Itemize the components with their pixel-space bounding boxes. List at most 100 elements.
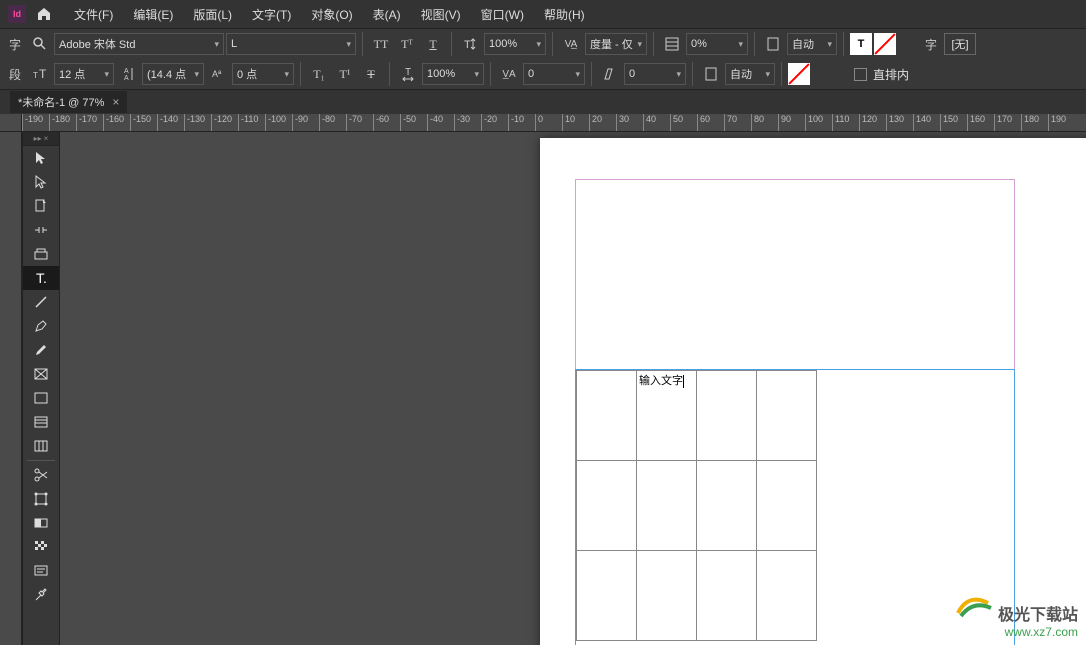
ruler-vertical[interactable] — [0, 132, 22, 645]
table-cell[interactable] — [637, 551, 697, 641]
table-cell-active[interactable]: 输入文字 — [637, 371, 697, 461]
type-tool[interactable]: T. — [23, 266, 59, 290]
scissors-tool[interactable] — [23, 463, 59, 487]
note-tool[interactable] — [23, 559, 59, 583]
menu-layout[interactable]: 版面(L) — [185, 2, 240, 27]
menu-view[interactable]: 视图(V) — [413, 2, 469, 27]
menu-table[interactable]: 表(A) — [365, 2, 409, 27]
menu-window[interactable]: 窗口(W) — [473, 2, 532, 27]
watermark-text: 极光下载站 — [998, 607, 1078, 624]
table-cell[interactable] — [577, 371, 637, 461]
horizontal-grid-tool[interactable] — [23, 410, 59, 434]
menu-object[interactable]: 对象(O) — [303, 2, 360, 27]
table-cell[interactable] — [637, 461, 697, 551]
text-frame[interactable]: 输入文字 — [575, 369, 1015, 645]
direct-selection-tool[interactable] — [23, 170, 59, 194]
smallcaps-icon[interactable]: Tᵀ — [395, 32, 419, 56]
table-cell[interactable] — [577, 461, 637, 551]
svg-text:T: T — [33, 71, 38, 80]
skew-input[interactable]: 0 — [624, 63, 686, 85]
gradient-feather-tool[interactable] — [23, 535, 59, 559]
table-row — [577, 461, 817, 551]
vertical-grid-tool[interactable] — [23, 434, 59, 458]
baseline-grid-icon[interactable] — [660, 32, 684, 56]
page[interactable]: 输入文字 — [540, 138, 1086, 645]
underline-icon[interactable]: T — [421, 32, 445, 56]
canvas[interactable]: 输入文字 — [60, 132, 1086, 645]
para-mode-label[interactable]: 段 — [4, 63, 26, 85]
app-icon: Id — [8, 5, 26, 23]
fill-none-icon[interactable] — [788, 63, 810, 85]
svg-text:T: T — [464, 39, 471, 51]
pen-tool[interactable] — [23, 314, 59, 338]
auto1-dropdown[interactable]: 自动 — [787, 33, 837, 55]
kerning-dropdown[interactable]: 度量 - 仅 — [585, 33, 647, 55]
table[interactable]: 输入文字 — [576, 370, 817, 641]
subscript-icon[interactable]: T¹ — [333, 62, 357, 86]
menu-help[interactable]: 帮助(H) — [536, 2, 593, 27]
ruler-horizontal[interactable]: -190-180-170-160-150-140-130-120-110-100… — [22, 114, 1086, 131]
font-family-dropdown[interactable]: Adobe 宋体 Std — [54, 33, 224, 55]
tab-close-icon[interactable]: × — [112, 95, 119, 109]
table-cell[interactable] — [697, 371, 757, 461]
table-cell[interactable] — [757, 461, 817, 551]
warichu-icon[interactable] — [699, 62, 723, 86]
table-cell[interactable] — [757, 371, 817, 461]
watermark-url: www.xz7.com — [1005, 625, 1078, 639]
fill-t-icon[interactable]: T — [850, 33, 872, 55]
vertical-label: 直排内 — [873, 66, 909, 83]
svg-text:A: A — [124, 75, 129, 82]
allcaps-icon[interactable]: TT — [369, 32, 393, 56]
home-icon[interactable] — [36, 6, 52, 22]
menu-file[interactable]: 文件(F) — [66, 2, 121, 27]
superscript-icon[interactable]: T₁ — [307, 62, 331, 86]
svg-text:T: T — [405, 67, 411, 78]
panel-grip[interactable]: ▸▸× — [23, 132, 59, 146]
tracking-icon: V̲A — [497, 62, 521, 86]
eyedropper-tool[interactable] — [23, 583, 59, 607]
char-mode-label[interactable]: 字 — [4, 33, 26, 55]
selection-tool[interactable] — [23, 146, 59, 170]
line-tool[interactable] — [23, 290, 59, 314]
kern-input[interactable]: 0 点 — [232, 63, 294, 85]
rectangle-tool[interactable] — [23, 386, 59, 410]
tool-panel: ▸▸× T. — [22, 132, 60, 645]
tatechuyoko-icon[interactable] — [761, 32, 785, 56]
rectangle-frame-tool[interactable] — [23, 362, 59, 386]
hscale-dropdown[interactable]: 100% — [422, 63, 484, 85]
page-tool[interactable] — [23, 194, 59, 218]
svg-text:T.: T. — [36, 270, 47, 286]
table-row: 输入文字 — [577, 371, 817, 461]
stroke-t-icon[interactable] — [874, 33, 896, 55]
gradient-swatch-tool[interactable] — [23, 511, 59, 535]
leading-icon: AA — [116, 62, 140, 86]
vscale-icon: T — [458, 32, 482, 56]
pencil-tool[interactable] — [23, 338, 59, 362]
font-style-dropdown[interactable]: L — [226, 33, 356, 55]
svg-text:A: A — [124, 68, 129, 75]
document-tab[interactable]: *未命名-1 @ 77% × — [10, 91, 127, 113]
tracking-dropdown[interactable]: 0 — [523, 63, 585, 85]
baseline-dropdown[interactable]: 0% — [686, 33, 748, 55]
char-style-label: 字 — [920, 33, 942, 55]
table-cell[interactable] — [757, 551, 817, 641]
free-transform-tool[interactable] — [23, 487, 59, 511]
vertical-checkbox[interactable] — [854, 68, 867, 81]
font-size-dropdown[interactable]: 12 点 — [54, 63, 114, 85]
table-row — [577, 551, 817, 641]
strikethrough-icon[interactable]: T — [359, 62, 383, 86]
table-cell[interactable] — [697, 551, 757, 641]
skew-icon[interactable] — [598, 62, 622, 86]
vscale-dropdown[interactable]: 100% — [484, 33, 546, 55]
gap-tool[interactable] — [23, 218, 59, 242]
auto2-dropdown[interactable]: 自动 — [725, 63, 775, 85]
table-cell[interactable] — [577, 551, 637, 641]
menu-type[interactable]: 文字(T) — [244, 2, 299, 27]
search-font-icon[interactable] — [28, 32, 52, 56]
table-cell[interactable] — [697, 461, 757, 551]
leading-dropdown[interactable]: (14.4 点 — [142, 63, 204, 85]
char-style-dropdown[interactable]: [无] — [944, 33, 976, 55]
menu-edit[interactable]: 编辑(E) — [125, 2, 181, 27]
content-collector-tool[interactable] — [23, 242, 59, 266]
tab-title: *未命名-1 @ 77% — [18, 94, 104, 110]
